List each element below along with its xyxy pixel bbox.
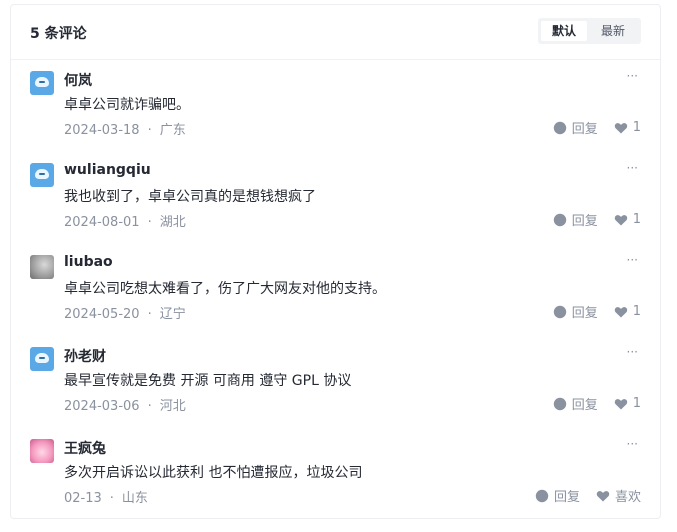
like-button[interactable]: 1: [614, 212, 641, 227]
meta-separator: ·: [147, 123, 152, 138]
comment-date: 2024-08-01: [64, 215, 140, 230]
comment-location: 山东: [121, 491, 148, 506]
reply-button[interactable]: 回复: [553, 394, 598, 413]
comment-meta: 02-13 · 山东: [64, 487, 148, 506]
reply-button[interactable]: 回复: [553, 118, 598, 137]
reply-bubble-icon: [535, 489, 549, 503]
comment-text: 多次开启诉讼以此获利 也不怕遭报应，垃圾公司: [64, 465, 363, 481]
comment-meta: 2024-05-20 · 辽宁: [64, 303, 186, 322]
meta-separator: ·: [109, 491, 114, 506]
comments-panel: 5 条评论 默认 最新 何岚 ··· 卓卓公司就诈骗吧。 2024-03-18 ·…: [10, 4, 661, 519]
heart-icon: [614, 305, 628, 319]
comment-actions: 回复 1: [553, 302, 641, 321]
comment-location: 河北: [159, 399, 186, 414]
comment-location: 湖北: [159, 215, 186, 230]
avatar[interactable]: [30, 255, 54, 279]
comment-location: 广东: [159, 123, 186, 138]
comment-actions: 回复 喜欢: [535, 486, 641, 505]
avatar[interactable]: [30, 439, 54, 463]
reply-label: 回复: [571, 306, 598, 321]
more-options-icon[interactable]: ···: [627, 161, 638, 175]
sort-default-button[interactable]: 默认: [541, 21, 587, 41]
comment-date: 02-13: [64, 491, 102, 506]
reply-label: 回复: [553, 490, 580, 505]
comment-username[interactable]: wuliangqiu: [64, 162, 151, 178]
reply-label: 回复: [571, 122, 598, 137]
meta-separator: ·: [147, 307, 152, 322]
comment-date: 2024-03-18: [64, 123, 140, 138]
reply-button[interactable]: 回复: [553, 302, 598, 321]
comment-meta: 2024-08-01 · 湖北: [64, 211, 186, 230]
avatar[interactable]: [30, 71, 54, 95]
comment-meta: 2024-03-06 · 河北: [64, 395, 186, 414]
reply-bubble-icon: [553, 305, 567, 319]
like-button[interactable]: 1: [614, 120, 641, 135]
more-options-icon[interactable]: ···: [627, 69, 638, 83]
comment-text: 卓卓公司就诈骗吧。: [64, 97, 190, 113]
more-options-icon[interactable]: ···: [627, 437, 638, 451]
comment-date: 2024-05-20: [64, 307, 140, 322]
comment-date: 2024-03-06: [64, 399, 140, 414]
comment-actions: 回复 1: [553, 210, 641, 229]
like-count: 1: [632, 120, 641, 135]
comment-item: wuliangqiu ··· 我也收到了，卓卓公司真的是想钱想疯了 2024-0…: [11, 155, 660, 247]
heart-icon: [614, 213, 628, 227]
sort-newest-button[interactable]: 最新: [590, 21, 636, 41]
reply-bubble-icon: [553, 121, 567, 135]
comments-count-title: 5 条评论: [30, 26, 87, 42]
comment-item: 王疯兔 ··· 多次开启诉讼以此获利 也不怕遭报应，垃圾公司 02-13 · 山东 …: [11, 431, 660, 523]
like-button[interactable]: 喜欢: [596, 486, 641, 505]
comment-username[interactable]: 孙老财: [64, 346, 106, 366]
comment-text: 我也收到了，卓卓公司真的是想钱想疯了: [64, 189, 316, 205]
comment-text: 最早宣传就是免费 开源 可商用 遵守 GPL 协议: [64, 373, 352, 389]
meta-separator: ·: [147, 399, 152, 414]
comment-item: 孙老财 ··· 最早宣传就是免费 开源 可商用 遵守 GPL 协议 2024-0…: [11, 339, 660, 431]
like-count: 1: [632, 304, 641, 319]
like-count: 1: [632, 396, 641, 411]
comment-meta: 2024-03-18 · 广东: [64, 119, 186, 138]
comment-item: 何岚 ··· 卓卓公司就诈骗吧。 2024-03-18 · 广东 回复 1: [11, 63, 660, 155]
sort-toggle: 默认 最新: [538, 18, 641, 44]
reply-bubble-icon: [553, 397, 567, 411]
reply-button[interactable]: 回复: [553, 210, 598, 229]
meta-separator: ·: [147, 215, 152, 230]
like-button[interactable]: 1: [614, 396, 641, 411]
like-label: 喜欢: [614, 490, 641, 505]
reply-button[interactable]: 回复: [535, 486, 580, 505]
like-button[interactable]: 1: [614, 304, 641, 319]
reply-label: 回复: [571, 398, 598, 413]
avatar[interactable]: [30, 347, 54, 371]
comment-username[interactable]: 王疯兔: [64, 438, 106, 458]
heart-icon: [596, 489, 610, 503]
reply-label: 回复: [571, 214, 598, 229]
more-options-icon[interactable]: ···: [627, 253, 638, 267]
reply-bubble-icon: [553, 213, 567, 227]
comment-location: 辽宁: [159, 307, 186, 322]
avatar[interactable]: [30, 163, 54, 187]
comment-actions: 回复 1: [553, 118, 641, 137]
heart-icon: [614, 121, 628, 135]
comment-text: 卓卓公司吃想太难看了，伤了广大网友对他的支持。: [64, 281, 386, 297]
comment-username[interactable]: 何岚: [64, 70, 92, 90]
comments-header: 5 条评论 默认 最新: [11, 5, 660, 60]
heart-icon: [614, 397, 628, 411]
like-count: 1: [632, 212, 641, 227]
comment-item: liubao ··· 卓卓公司吃想太难看了，伤了广大网友对他的支持。 2024-…: [11, 247, 660, 339]
comment-actions: 回复 1: [553, 394, 641, 413]
comment-username[interactable]: liubao: [64, 254, 113, 270]
more-options-icon[interactable]: ···: [627, 345, 638, 359]
